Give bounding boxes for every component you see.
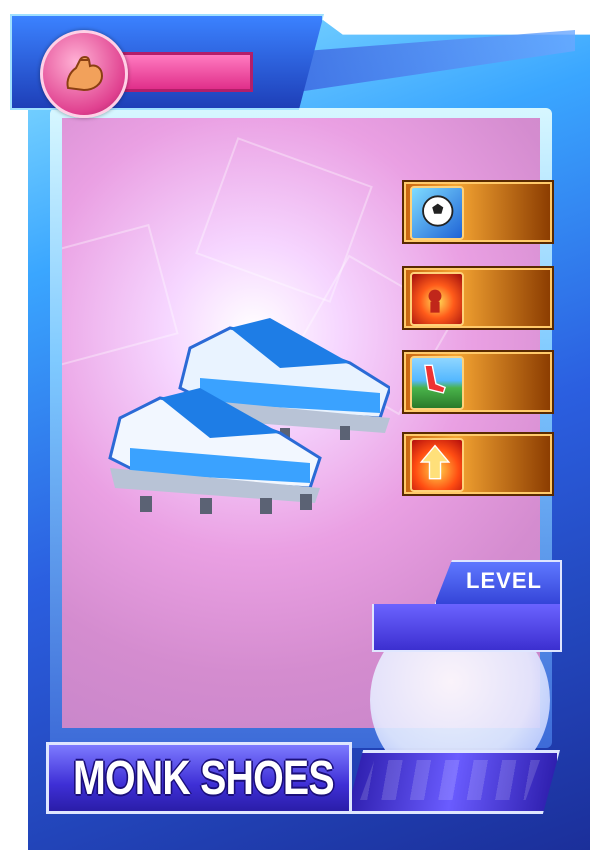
name-side-stripes [360, 760, 540, 800]
name-plate: MONK SHOES [46, 742, 352, 814]
fire-player-icon [410, 272, 464, 326]
power-badge [40, 30, 128, 118]
kick-icon [410, 356, 464, 410]
fire-player-glyph [428, 289, 442, 313]
flexed-arm-icon [66, 56, 104, 92]
power-bar [120, 52, 253, 92]
fire-arrow-up-icon [410, 438, 464, 492]
kick-glyph [424, 364, 446, 394]
stat-slot-4[interactable] [402, 432, 554, 496]
soccer-ball-icon [410, 186, 464, 240]
soccer-ball-glyph [422, 195, 454, 227]
level-value-box [372, 604, 562, 652]
stat-slot-2[interactable] [402, 266, 554, 330]
soccer-cleats-icon [108, 318, 390, 514]
level-label: LEVEL [466, 568, 542, 593]
stat-slot-1[interactable] [402, 180, 554, 244]
stat-slot-3[interactable] [402, 350, 554, 414]
card-name: MONK SHOES [73, 752, 335, 805]
level-plate: LEVEL [372, 560, 562, 652]
arrow-up-glyph [419, 444, 451, 480]
